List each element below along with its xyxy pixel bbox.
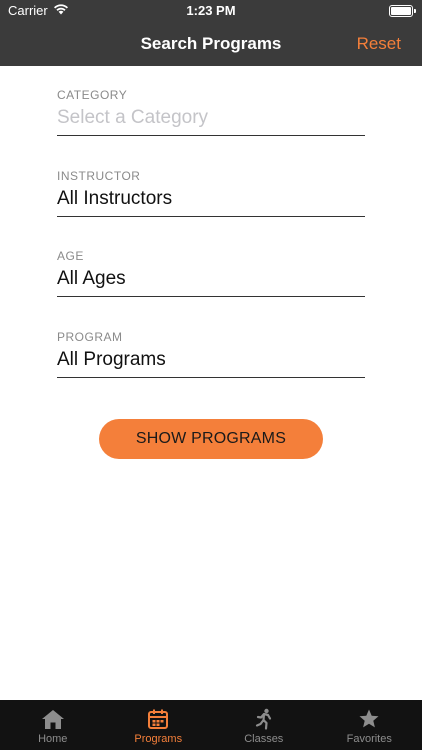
tab-programs-label: Programs: [134, 733, 183, 745]
tab-favorites[interactable]: Favorites: [317, 700, 422, 750]
program-picker[interactable]: All Programs: [57, 349, 365, 378]
show-programs-button[interactable]: SHOW PROGRAMS: [99, 419, 323, 459]
home-icon: [40, 707, 66, 731]
calendar-icon: [147, 707, 169, 731]
tab-home[interactable]: Home: [0, 700, 106, 750]
tab-classes[interactable]: Classes: [211, 700, 317, 750]
tab-bar: Home Programs Classes Favorites: [0, 700, 422, 750]
star-icon: [358, 707, 380, 731]
tab-programs[interactable]: Programs: [106, 700, 212, 750]
instructor-field[interactable]: INSTRUCTOR All Instructors: [57, 169, 365, 217]
nav-bar: Search Programs Reset: [0, 22, 422, 66]
instructor-picker[interactable]: All Instructors: [57, 188, 365, 217]
age-field[interactable]: AGE All Ages: [57, 249, 365, 297]
tab-favorites-label: Favorites: [346, 733, 392, 745]
battery-fill: [391, 7, 411, 15]
tab-classes-label: Classes: [244, 733, 284, 745]
category-field[interactable]: CATEGORY Select a Category: [57, 88, 365, 136]
battery-icon: [389, 5, 416, 17]
program-field[interactable]: PROGRAM All Programs: [57, 330, 365, 378]
category-label: CATEGORY: [57, 88, 128, 102]
status-time: 1:23 PM: [186, 3, 236, 18]
runner-icon: [253, 707, 275, 731]
program-label: PROGRAM: [57, 330, 123, 344]
age-label: AGE: [57, 249, 84, 263]
age-picker[interactable]: All Ages: [57, 268, 365, 297]
instructor-label: INSTRUCTOR: [57, 169, 141, 183]
status-bar: Carrier 1:23 PM: [0, 0, 422, 22]
tab-home-label: Home: [38, 733, 68, 745]
category-picker[interactable]: Select a Category: [57, 107, 365, 136]
reset-button[interactable]: Reset: [357, 34, 401, 54]
